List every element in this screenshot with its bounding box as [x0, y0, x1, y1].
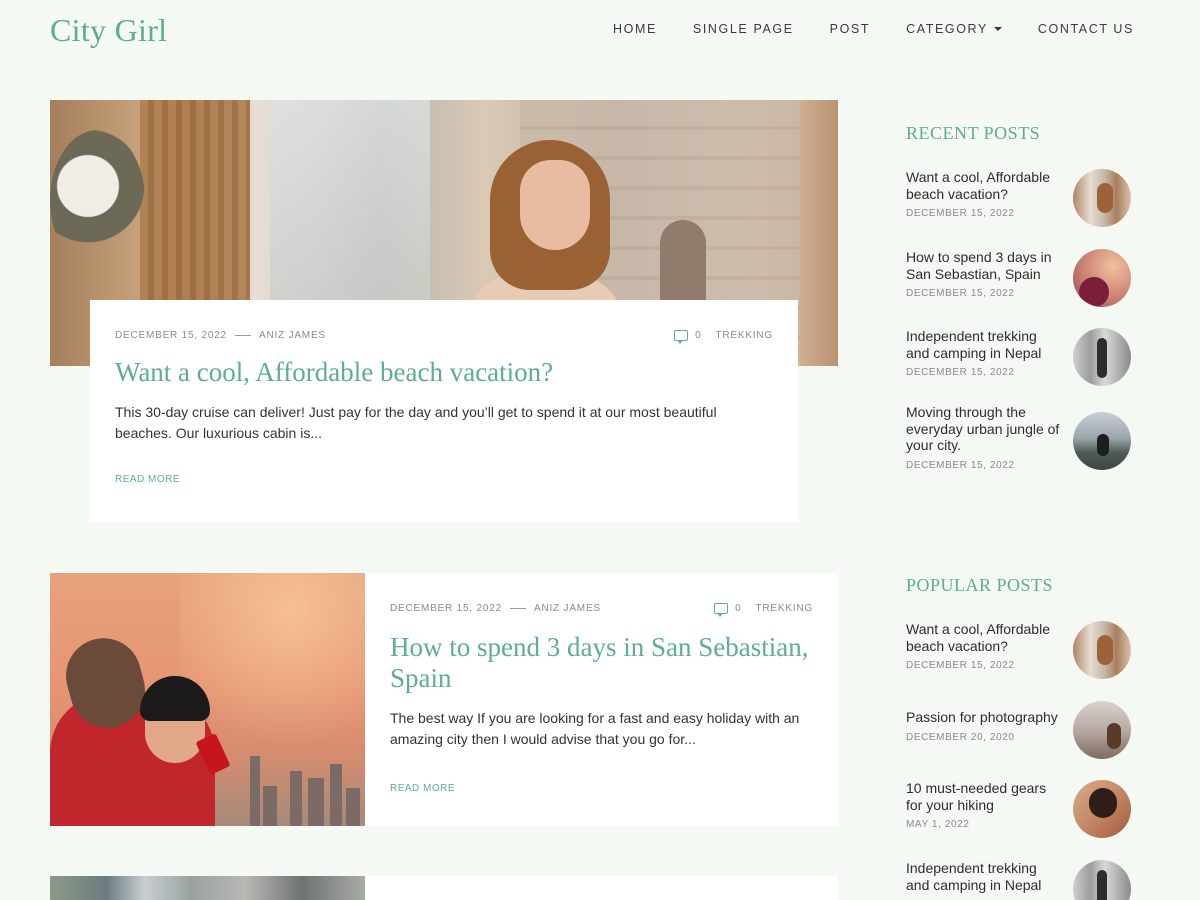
popular-posts-title: POPULAR POSTS [906, 575, 1054, 595]
recent-post-thumbnail[interactable] [1073, 249, 1131, 307]
popular-post-item: 10 must-needed gears for your hiking MAY… [906, 780, 1146, 838]
post-meta-right: 0 TREKKING [714, 603, 813, 617]
post-meta-right: 0 TREKKING [674, 330, 773, 344]
post-image[interactable] [50, 876, 365, 900]
popular-post-title[interactable]: Want a cool, Affordable beach vacation? [906, 621, 1061, 654]
popular-post-title[interactable]: 10 must-needed gears for your hiking [906, 780, 1061, 813]
post-author[interactable]: ANIZ JAMES [259, 330, 326, 341]
nav-home[interactable]: HOME [613, 22, 657, 36]
featured-post-card: DECEMBER 15, 2022 ANIZ JAMES 0 TREKKING … [90, 300, 798, 522]
recent-post-item: Moving through the everyday urban jungle… [906, 404, 1146, 471]
nav-contact-us[interactable]: CONTACT US [1038, 22, 1134, 36]
post-category[interactable]: TREKKING [715, 330, 773, 341]
image-skyline-tower [250, 756, 260, 826]
post-title[interactable]: Want a cool, Affordable beach vacation? [115, 357, 773, 388]
popular-post-item: Want a cool, Affordable beach vacation? … [906, 621, 1146, 679]
recent-post-item: How to spend 3 days in San Sebastian, Sp… [906, 249, 1146, 307]
main-nav: HOME SINGLE PAGE POST CATEGORY CONTACT U… [613, 22, 1134, 36]
comment-icon[interactable] [674, 330, 689, 344]
post-image[interactable] [50, 573, 365, 826]
nav-contact-us-label: CONTACT US [1037, 22, 1134, 36]
image-skyline-tower [290, 771, 302, 826]
post-card-partial [50, 876, 838, 900]
post-date: DECEMBER 15, 2022 [115, 330, 227, 341]
post-meta: DECEMBER 15, 2022 ANIZ JAMES 0 TREKKING [115, 330, 773, 344]
nav-single-page-label: SINGLE PAGE [692, 22, 794, 36]
nav-single-page[interactable]: SINGLE PAGE [693, 22, 794, 36]
popular-post-thumbnail[interactable] [1073, 701, 1131, 759]
read-more-link[interactable]: READ MORE [115, 474, 180, 485]
recent-post-thumbnail[interactable] [1073, 328, 1131, 386]
popular-post-item: Passion for photography DECEMBER 20, 202… [906, 701, 1146, 759]
post-meta: DECEMBER 15, 2022 ANIZ JAMES 0 TREKKING [390, 603, 813, 617]
image-skyline-tower [346, 788, 360, 826]
image-skyline-tower [308, 778, 324, 826]
popular-post-thumbnail[interactable] [1073, 860, 1131, 900]
recent-post-title[interactable]: Independent trekking and camping in Nepa… [906, 328, 1061, 361]
comment-count[interactable]: 0 [735, 603, 741, 614]
post-body: DECEMBER 15, 2022 ANIZ JAMES 0 TREKKING … [390, 603, 813, 796]
comment-icon[interactable] [714, 603, 729, 617]
comment-count[interactable]: 0 [695, 330, 701, 341]
image-arch-window [660, 220, 706, 310]
post-category[interactable]: TREKKING [755, 603, 813, 614]
post-excerpt: The best way If you are looking for a fa… [390, 710, 800, 747]
popular-post-title[interactable]: Passion for photography [906, 709, 1061, 726]
popular-post-item: Independent trekking and camping in Nepa… [906, 860, 1146, 900]
meta-divider [509, 608, 526, 609]
site-header: City Girl HOME SINGLE PAGE POST CATEGORY… [0, 0, 1200, 64]
post-date: DECEMBER 15, 2022 [390, 603, 502, 614]
nav-post[interactable]: POST [830, 22, 870, 36]
post-title[interactable]: How to spend 3 days in San Sebastian, Sp… [390, 632, 813, 694]
popular-post-thumbnail[interactable] [1073, 621, 1131, 679]
meta-divider [234, 335, 251, 336]
post-card: DECEMBER 15, 2022 ANIZ JAMES 0 TREKKING … [50, 573, 838, 826]
nav-post-label: POST [829, 22, 871, 36]
recent-post-title[interactable]: Moving through the everyday urban jungle… [906, 404, 1061, 454]
site-logo[interactable]: City Girl [50, 12, 167, 49]
recent-post-title[interactable]: Want a cool, Affordable beach vacation? [906, 169, 1061, 202]
recent-post-thumbnail[interactable] [1073, 169, 1131, 227]
post-author[interactable]: ANIZ JAMES [534, 603, 601, 614]
image-woman-face [520, 160, 590, 250]
image-skyline-tower [263, 786, 277, 826]
image-skyline-tower [330, 764, 342, 826]
nav-category-label: CATEGORY [906, 22, 988, 36]
nav-category[interactable]: CATEGORY [906, 22, 1002, 36]
image-plant [50, 130, 145, 270]
recent-post-item: Want a cool, Affordable beach vacation? … [906, 169, 1146, 227]
recent-posts-title: RECENT POSTS [906, 123, 1041, 143]
recent-post-thumbnail[interactable] [1073, 412, 1131, 470]
recent-post-title[interactable]: How to spend 3 days in San Sebastian, Sp… [906, 249, 1061, 282]
nav-home-label: HOME [613, 22, 657, 36]
read-more-link[interactable]: READ MORE [390, 783, 455, 794]
post-excerpt: This 30-day cruise can deliver! Just pay… [115, 404, 717, 441]
popular-post-title[interactable]: Independent trekking and camping in Nepa… [906, 860, 1061, 893]
recent-post-item: Independent trekking and camping in Nepa… [906, 328, 1146, 386]
popular-post-thumbnail[interactable] [1073, 780, 1131, 838]
caret-down-icon [993, 27, 1002, 31]
